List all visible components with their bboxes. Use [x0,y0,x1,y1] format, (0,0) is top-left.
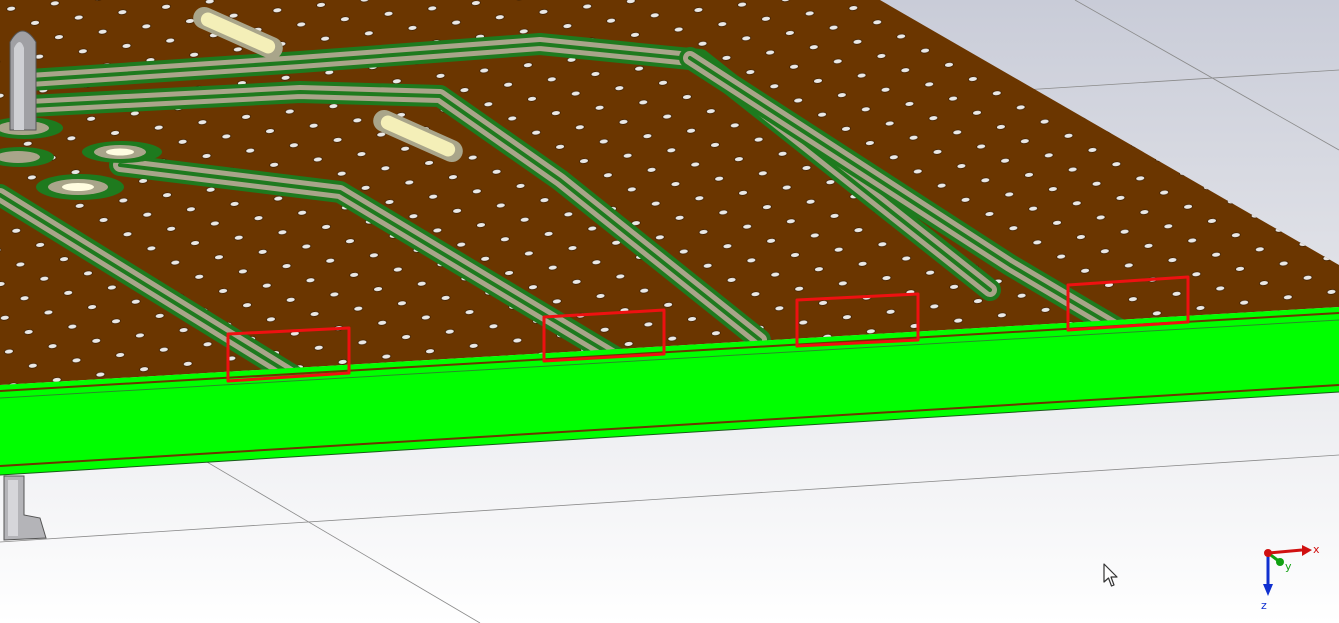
connector-pin [9,30,37,131]
3d-viewport[interactable]: x y z [0,0,1339,623]
arrow-cursor-icon [1103,563,1118,587]
axis-x-label: x [1313,543,1320,556]
pcb-scene [0,0,1339,623]
axis-z-label: z [1261,599,1267,612]
axis-y-label: y [1285,560,1292,573]
